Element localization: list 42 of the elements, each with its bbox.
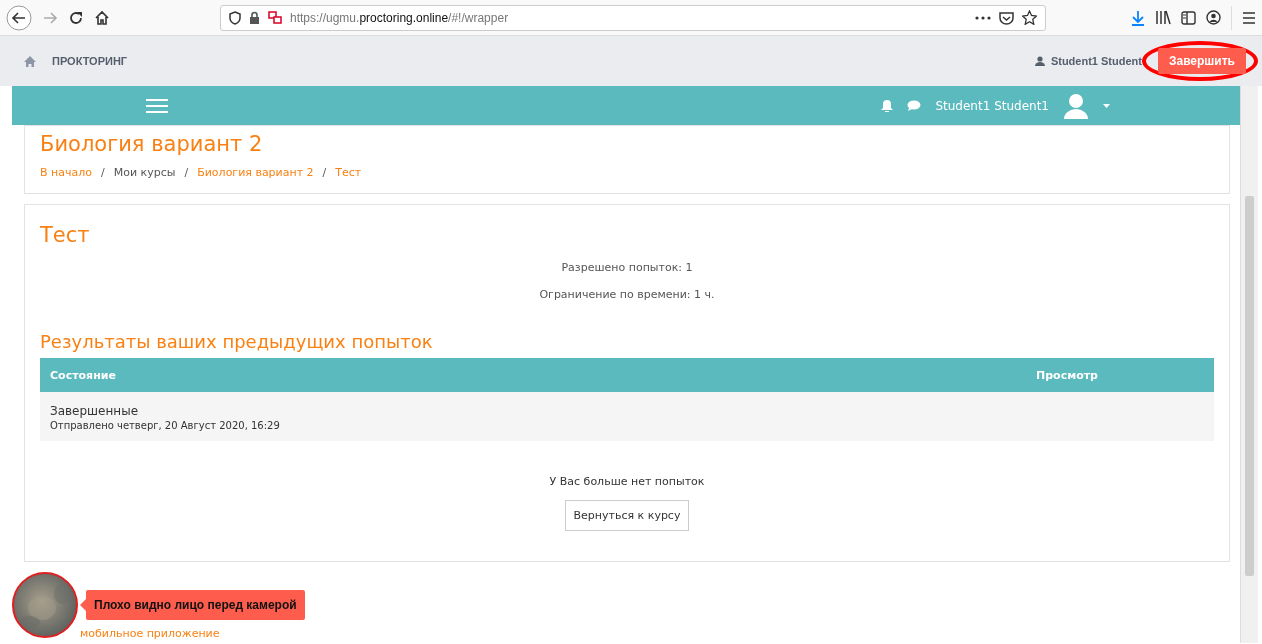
reload-icon[interactable] (68, 9, 84, 26)
breadcrumb-link[interactable]: Тест (335, 166, 362, 179)
user-name[interactable]: Student1 Student1 (935, 98, 1049, 113)
star-icon[interactable] (1022, 10, 1037, 25)
finish-button[interactable]: Завершить (1157, 48, 1246, 74)
results-heading: Результаты ваших предыдущих попыток (40, 331, 434, 352)
more-icon[interactable] (975, 14, 991, 21)
sidebar-icon[interactable] (1181, 10, 1196, 25)
user-name: Student1 Student (1050, 55, 1142, 67)
tooltip-pointer (80, 599, 86, 611)
menu-icon[interactable] (1242, 11, 1256, 24)
app-title: ПРОКТОРИНГ (52, 55, 128, 67)
course-title: Биология вариант 2 (40, 132, 264, 156)
windows-icon (268, 11, 282, 24)
column-header: Состояние (49, 368, 117, 382)
breadcrumb-separator: / (101, 166, 105, 179)
lock-icon (249, 11, 260, 24)
camera-warning: Плохо видно лицо перед камерой (86, 590, 305, 620)
account-icon[interactable] (1206, 10, 1221, 25)
library-icon[interactable] (1155, 10, 1171, 25)
breadcrumb-separator: / (322, 166, 327, 179)
download-icon[interactable] (1131, 9, 1145, 26)
breadcrumb-link[interactable]: В начало (40, 166, 92, 179)
breadcrumb-link[interactable]: Биология вариант 2 (197, 166, 314, 179)
quiz-info: Ограничение по времени: 1 ч. (538, 288, 716, 301)
breadcrumb-separator: / (184, 166, 189, 179)
user-icon (1034, 56, 1045, 66)
scrollbar[interactable] (1240, 86, 1258, 643)
no-attempts-text: У Вас больше нет попыток (548, 475, 706, 488)
attempt-state: Завершенные (50, 404, 140, 418)
home-icon[interactable] (94, 9, 110, 26)
quiz-info: Разрешено попыток: 1 (560, 261, 694, 274)
back-to-course-button[interactable]: Вернуться к курсу (564, 500, 690, 531)
pocket-icon[interactable] (999, 10, 1014, 25)
back-icon[interactable] (6, 4, 32, 31)
breadcrumb-text: Мои курсы (113, 166, 176, 179)
quiz-title: Тест (40, 223, 91, 247)
attempt-submitted: Отправлено четверг, 20 Август 2020, 16:29 (50, 420, 281, 431)
column-header: Просмотр (1036, 368, 1099, 382)
shield-icon (229, 10, 241, 25)
address-field[interactable]: https://ugmu.proctoring.online/#!/wrapper (220, 4, 1046, 31)
url-text: https://ugmu.proctoring.online/#!/wrapper (290, 10, 509, 25)
